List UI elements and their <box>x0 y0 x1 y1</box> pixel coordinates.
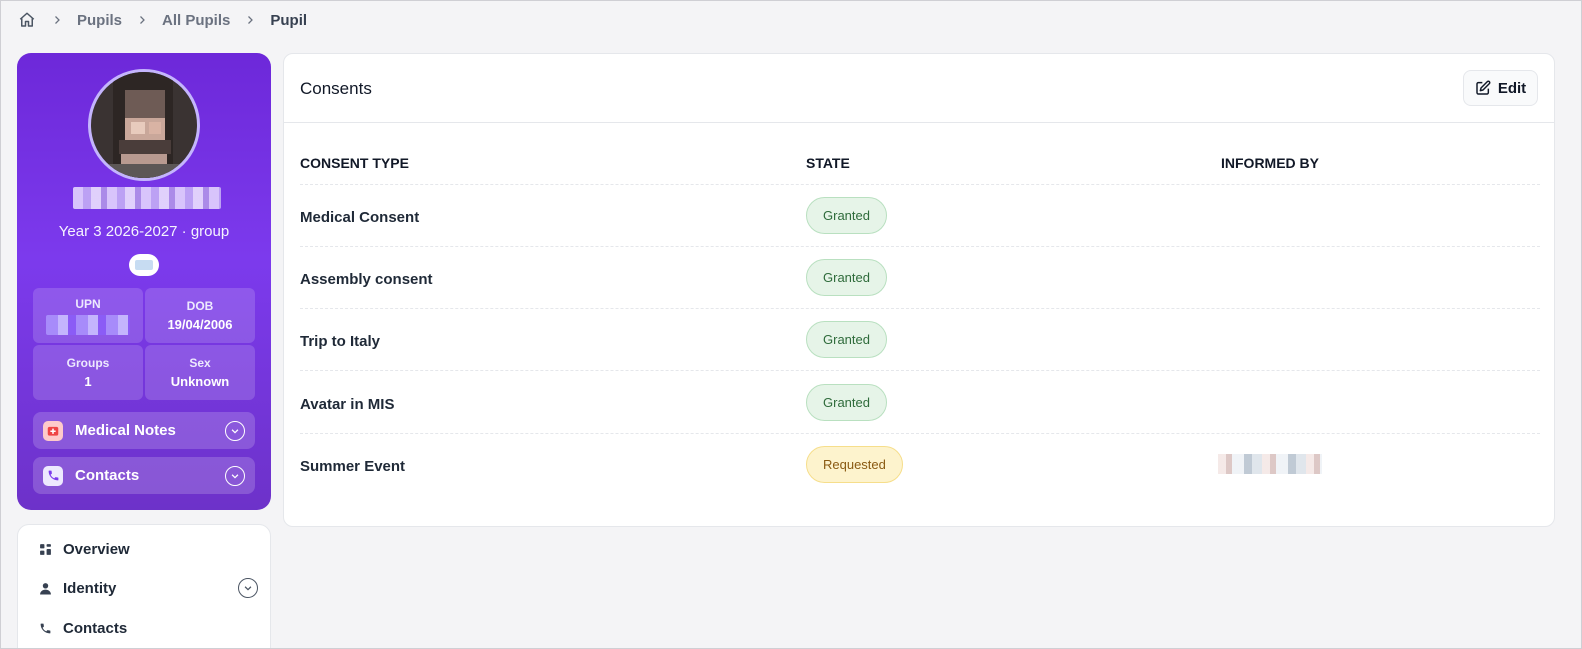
card-header: Consents Edit <box>284 54 1554 123</box>
state-badge: Granted <box>806 321 887 358</box>
nav-item-label: Contacts <box>63 619 128 637</box>
table-row[interactable]: Assembly consent Granted <box>300 247 1540 309</box>
nav-item-contacts[interactable]: Contacts <box>36 616 258 640</box>
stat-value: 19/04/2006 <box>167 317 233 332</box>
consent-type: Summer Event <box>300 458 406 475</box>
breadcrumb-current: Pupil <box>270 11 308 29</box>
table-row[interactable]: Summer Event Requested <box>300 434 1540 496</box>
stat-value: Unknown <box>170 374 230 389</box>
phone-icon <box>43 465 63 486</box>
consent-type: Assembly consent <box>300 271 433 288</box>
chevron-down-icon[interactable] <box>225 465 245 486</box>
stat-label: DOB <box>186 299 214 313</box>
nav-item-label: Identity <box>63 579 117 597</box>
stat-label: Groups <box>66 356 110 370</box>
state-badge: Granted <box>806 197 887 234</box>
pupil-group: Year 3 2026-2027 · group <box>58 223 230 240</box>
pupil-name-redacted <box>73 187 221 209</box>
edit-label: Edit <box>1497 79 1527 97</box>
chevron-right-icon <box>37 14 77 26</box>
nav-item-label: Overview <box>63 540 130 558</box>
state-badge: Granted <box>806 259 887 296</box>
stat-value-redacted <box>46 314 130 335</box>
column-header-consent-type[interactable]: CONSENT TYPE <box>300 155 409 171</box>
consent-type: Medical Consent <box>300 209 420 226</box>
chevron-down-icon[interactable] <box>225 420 245 441</box>
consent-type: Trip to Italy <box>300 333 381 350</box>
chevron-right-icon <box>122 14 162 26</box>
accordion-label: Contacts <box>75 467 140 484</box>
person-icon <box>36 579 54 597</box>
avatar <box>88 69 200 181</box>
column-header-informed-by[interactable]: INFORMED BY <box>1221 155 1319 171</box>
state-badge: Granted <box>806 384 887 421</box>
phone-icon <box>36 619 54 637</box>
stat-sex: Sex Unknown <box>145 345 255 400</box>
contacts-accordion[interactable]: Contacts <box>33 457 255 494</box>
nav-item-identity[interactable]: Identity <box>36 576 258 600</box>
pupil-stats: UPN DOB 19/04/2006 Groups 1 Sex Unknown <box>33 288 255 400</box>
table-row[interactable]: Medical Consent Granted <box>300 185 1540 247</box>
state-badge: Requested <box>806 446 903 483</box>
breadcrumb: Pupils All Pupils Pupil <box>17 9 307 31</box>
medical-notes-accordion[interactable]: Medical Notes <box>33 412 255 449</box>
column-header-state[interactable]: STATE <box>806 155 850 171</box>
card-title: Consents <box>300 79 372 98</box>
table-row[interactable]: Trip to Italy Granted <box>300 309 1540 371</box>
stat-groups: Groups 1 <box>33 345 143 400</box>
stat-dob: DOB 19/04/2006 <box>145 288 255 343</box>
chevron-down-icon[interactable] <box>238 578 258 598</box>
breadcrumb-pupils[interactable]: Pupils <box>77 12 122 29</box>
medical-icon <box>43 420 63 441</box>
pupil-nav: Overview Identity Contacts <box>17 524 271 648</box>
stat-label: UPN <box>75 296 101 311</box>
chevron-right-icon <box>230 14 270 26</box>
table-header: CONSENT TYPE STATE INFORMED BY <box>300 124 1540 185</box>
informed-by-redacted <box>1218 454 1322 474</box>
app-frame: Pupils All Pupils Pupil Year 3 2026-2027… <box>0 0 1582 649</box>
stat-upn: UPN <box>33 288 143 343</box>
stat-label: Sex <box>189 356 211 370</box>
breadcrumb-all-pupils[interactable]: All Pupils <box>162 12 230 29</box>
pupil-profile-card: Year 3 2026-2027 · group UPN DOB 19/04/2… <box>17 53 271 510</box>
table-row[interactable]: Avatar in MIS Granted <box>300 372 1540 434</box>
edit-button[interactable]: Edit <box>1463 70 1538 106</box>
status-badge <box>129 254 159 276</box>
stat-value: 1 <box>84 374 92 389</box>
home-icon[interactable] <box>17 10 37 30</box>
nav-item-overview[interactable]: Overview <box>36 537 258 561</box>
consents-card: Consents Edit CONSENT TYPE STATE INFORME… <box>283 53 1555 527</box>
grid-icon <box>36 540 54 558</box>
consent-type: Avatar in MIS <box>300 396 395 413</box>
edit-icon <box>1475 80 1491 96</box>
accordion-label: Medical Notes <box>75 422 176 439</box>
